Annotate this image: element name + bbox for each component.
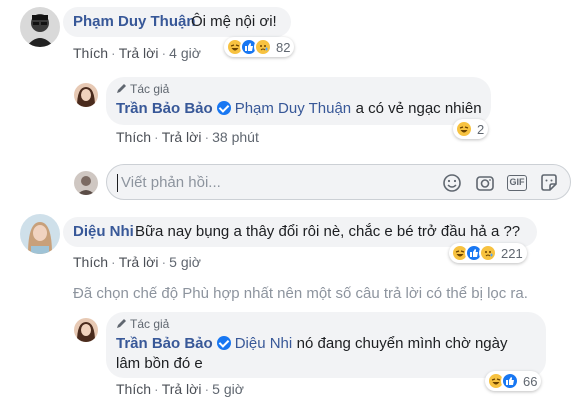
reaction-summary[interactable]: 66 bbox=[485, 371, 542, 391]
avatar-pham-duy-thuan[interactable] bbox=[20, 7, 60, 47]
like-icon bbox=[501, 372, 519, 390]
reaction-summary[interactable]: 221 bbox=[449, 243, 527, 263]
reaction-count: 2 bbox=[477, 121, 485, 137]
author-pen-icon bbox=[117, 319, 126, 328]
comment-actions: Thích · Trả lời · 5 giờ bbox=[116, 381, 244, 397]
comment-author[interactable]: Phạm Duy Thuận bbox=[73, 13, 196, 30]
haha-icon bbox=[455, 120, 473, 138]
reply-link[interactable]: Trả lời bbox=[162, 129, 202, 145]
text-cursor bbox=[117, 174, 118, 192]
sad-icon bbox=[479, 244, 497, 262]
separator: · bbox=[161, 254, 167, 270]
comment-line: Trần Bảo Bảo Diệu Nhi nó đang chuyển mình… bbox=[116, 335, 508, 353]
timestamp[interactable]: 38 phút bbox=[212, 129, 259, 145]
author-badge: Tác giả bbox=[130, 317, 170, 331]
reaction-summary[interactable]: 82 bbox=[224, 37, 295, 57]
reaction-count: 221 bbox=[501, 245, 523, 261]
reaction-summary[interactable]: 2 bbox=[453, 119, 489, 139]
verified-icon bbox=[216, 336, 231, 350]
comment-line: Trần Bảo Bảo Phạm Duy Thuận a có vẻ ngạc … bbox=[116, 100, 482, 118]
avatar-tran-bao-bao[interactable] bbox=[74, 318, 98, 342]
avatar-dieu-nhi[interactable] bbox=[20, 214, 60, 254]
comment-actions: Thích · Trả lời · 4 giờ bbox=[73, 45, 201, 61]
reply-link[interactable]: Trả lời bbox=[162, 381, 202, 397]
mention-link[interactable]: Phạm Duy Thuận bbox=[235, 100, 351, 117]
like-link[interactable]: Thích bbox=[116, 129, 151, 145]
emoji-icon[interactable] bbox=[441, 172, 463, 194]
comment-text: nó đang chuyển mình chờ ngày bbox=[296, 335, 508, 352]
current-user-avatar bbox=[74, 171, 98, 195]
verified-icon bbox=[216, 101, 231, 115]
comment-text: Ôi mệ nội ơi! bbox=[191, 13, 277, 30]
comment-actions: Thích · Trả lời · 38 phút bbox=[116, 129, 259, 145]
comment-text: a có vẻ ngạc nhiên bbox=[355, 100, 482, 117]
gif-icon[interactable]: GIF bbox=[506, 172, 528, 194]
separator: · bbox=[204, 129, 210, 145]
mention-link[interactable]: Diệu Nhi bbox=[235, 335, 293, 352]
reply-link[interactable]: Trả lời bbox=[119, 254, 159, 270]
author-badge: Tác giả bbox=[130, 82, 170, 96]
reply-input[interactable]: Viết phản hồi... GIF bbox=[106, 164, 571, 200]
comment-bubble: Tác giả Trần Bảo Bảo Phạm Duy Thuận a có … bbox=[106, 77, 491, 125]
sticker-icon[interactable] bbox=[538, 172, 560, 194]
reply-placeholder: Viết phản hồi... bbox=[121, 174, 221, 191]
timestamp[interactable]: 5 giờ bbox=[169, 254, 201, 270]
filter-note: Đã chọn chế độ Phù hợp nhất nên một số c… bbox=[73, 285, 528, 302]
comment-actions: Thích · Trả lời · 5 giờ bbox=[73, 254, 201, 270]
avatar-tran-bao-bao[interactable] bbox=[74, 83, 98, 107]
camera-icon[interactable] bbox=[474, 172, 496, 194]
separator: · bbox=[154, 381, 159, 397]
comment-bubble: Phạm Duy Thuận Ôi mệ nội ơi! bbox=[63, 7, 291, 37]
sad-icon bbox=[254, 38, 272, 56]
comment-author[interactable]: Diệu Nhi bbox=[73, 223, 134, 240]
timestamp[interactable]: 4 giờ bbox=[169, 45, 201, 61]
separator: · bbox=[111, 254, 116, 270]
like-link[interactable]: Thích bbox=[73, 254, 108, 270]
separator: · bbox=[204, 381, 210, 397]
reaction-count: 66 bbox=[523, 373, 538, 389]
author-pen-icon bbox=[117, 84, 126, 93]
comment-text-continued: lâm bồn đó e bbox=[116, 355, 203, 372]
separator: · bbox=[111, 45, 116, 61]
comment-text: Bữa nay bụng a thây đổi rôi nè, chắc e b… bbox=[135, 223, 521, 240]
timestamp[interactable]: 5 giờ bbox=[212, 381, 244, 397]
comment-author[interactable]: Trần Bảo Bảo bbox=[116, 335, 213, 352]
separator: · bbox=[154, 129, 159, 145]
like-link[interactable]: Thích bbox=[116, 381, 151, 397]
separator: · bbox=[161, 45, 167, 61]
reply-link[interactable]: Trả lời bbox=[119, 45, 159, 61]
comment-bubble: Tác giả Trần Bảo Bảo Diệu Nhi nó đang chu… bbox=[106, 312, 546, 378]
comment-author[interactable]: Trần Bảo Bảo bbox=[116, 100, 213, 117]
gif-label: GIF bbox=[507, 175, 527, 191]
reaction-count: 82 bbox=[276, 39, 291, 55]
like-link[interactable]: Thích bbox=[73, 45, 108, 61]
